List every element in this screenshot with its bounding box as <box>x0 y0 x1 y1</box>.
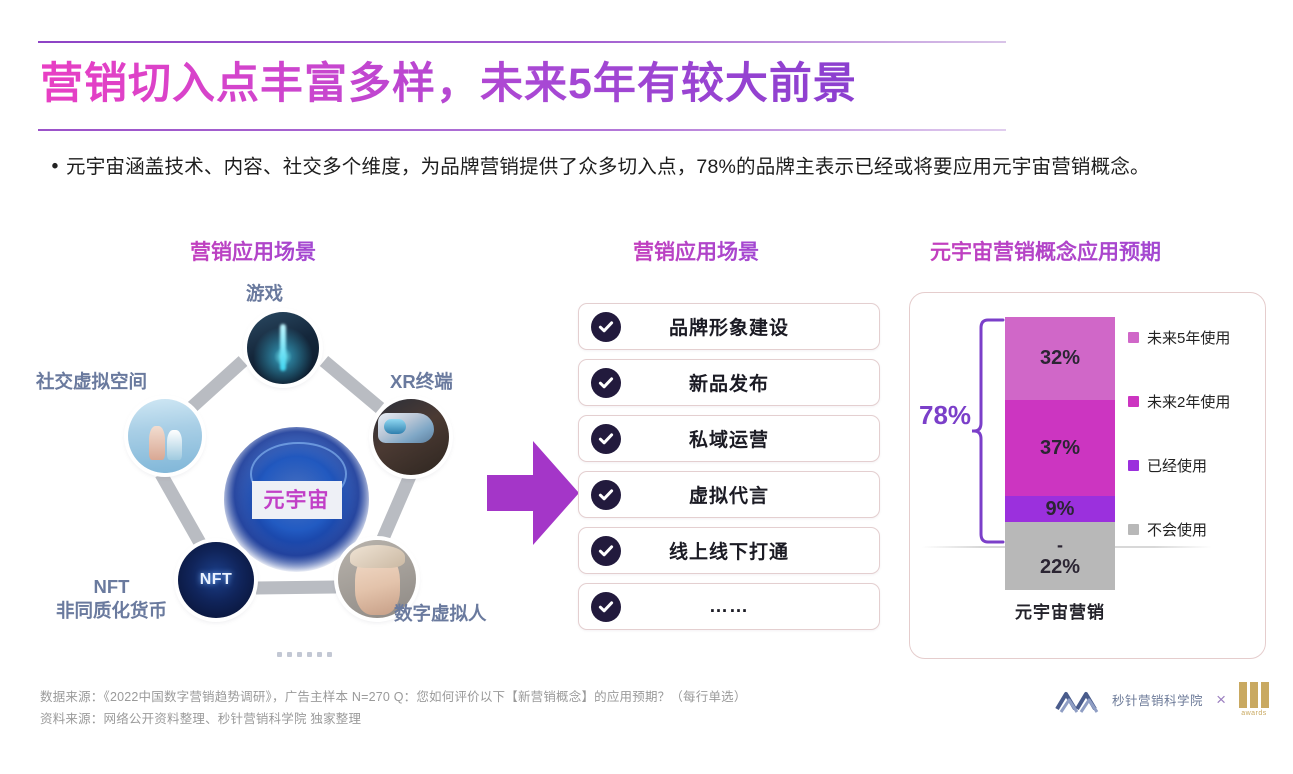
list-item-label: 线上线下打通 <box>668 542 789 563</box>
footer-sources: 数据来源：《2022中国数字营销趋势调研》，广告主样本 N=270 Q：您如何评… <box>40 686 940 730</box>
stacked-bar-chart: 78% 32% 37% 9% - 22% 元宇宙营销 未来5年使用 未来2年使用… <box>910 293 1265 658</box>
pentagon-label-nft-line2: 非同质化货币 <box>56 600 168 621</box>
list-item-label: 新品发布 <box>688 374 769 395</box>
pentagon-node-social-space[interactable] <box>128 399 202 473</box>
xr-headset-node-icon <box>373 399 449 475</box>
bar-segment-label: 9% <box>1045 497 1075 520</box>
check-circle-icon <box>591 311 621 342</box>
list-item[interactable]: 线上线下打通 <box>578 527 880 574</box>
pentagon-label-game: 游戏 <box>246 283 284 304</box>
legend-item[interactable]: 不会使用 <box>1128 515 1260 543</box>
check-circle-icon <box>591 423 621 454</box>
slide-root: 营销切入点丰富多样，未来5年有较大前景 • 元宇宙涵盖技术、内容、社交多个维度，… <box>0 0 1293 774</box>
check-circle-icon <box>591 535 621 566</box>
list-item-label: 私域运营 <box>688 430 769 451</box>
pentagon-node-game[interactable] <box>247 312 319 384</box>
eci-sublabel: awards <box>1241 710 1267 717</box>
application-scenario-list: 品牌形象建设 新品发布 私域运营 虚拟代言 线上线下打通 …… <box>578 303 880 639</box>
bar-segment-label: 22% <box>1039 556 1081 578</box>
legend-label: 未来2年使用 <box>1147 393 1231 411</box>
pentagon-label-digital-human: 数字虚拟人 <box>394 603 487 624</box>
bar-segment-already-used[interactable]: 9% <box>1005 496 1115 522</box>
pentagon-label-nft: NFT 非同质化货币 <box>56 575 167 623</box>
bar-stack: 32% 37% 9% - 22% <box>1005 317 1115 590</box>
check-circle-icon <box>591 479 621 510</box>
miaozhen-chevron-logo-icon <box>1055 691 1099 713</box>
check-circle-icon <box>591 367 621 398</box>
legend-label: 未来5年使用 <box>1147 329 1231 347</box>
bar-segment-label: 37% <box>1039 436 1081 459</box>
pentagon-ellipsis-dots <box>277 652 332 657</box>
legend-swatch-icon <box>1128 523 1139 535</box>
social-space-node-icon <box>128 399 202 473</box>
bullet-paragraph: • 元宇宙涵盖技术、内容、社交多个维度，为品牌营销提供了众多切入点，78%的品牌… <box>44 152 1254 183</box>
bullet-text: 元宇宙涵盖技术、内容、社交多个维度，为品牌营销提供了众多切入点，78%的品牌主表… <box>66 156 1150 178</box>
nft-node-icon <box>178 542 254 618</box>
eci-bars-icon <box>1239 682 1269 708</box>
legend-swatch-icon <box>1128 331 1139 343</box>
section-heading-middle: 营销应用场景 <box>633 236 759 266</box>
brand-lockup: 秒针营销科学院 × awards <box>1055 682 1269 717</box>
section-heading-left: 营销应用场景 <box>190 236 316 266</box>
brand-name: 秒针营销科学院 <box>1112 694 1204 708</box>
page-title: 营销切入点丰富多样，未来5年有较大前景 <box>40 54 857 114</box>
legend-swatch-icon <box>1128 395 1139 407</box>
legend-label: 不会使用 <box>1147 521 1208 539</box>
check-circle-icon <box>591 591 621 622</box>
legend-label: 已经使用 <box>1147 457 1208 475</box>
list-item[interactable]: …… <box>578 583 880 630</box>
footer-line-material-source: 资料来源：网络公开资料整理、秒针营销科学院 独家整理 <box>40 712 362 726</box>
bar-segment-label: 32% <box>1039 347 1081 369</box>
chart-legend: 未来5年使用 未来2年使用 已经使用 不会使用 <box>1128 323 1260 543</box>
bar-segment-future2y[interactable]: 37% <box>1005 400 1115 496</box>
legend-item[interactable]: 未来2年使用 <box>1128 387 1260 415</box>
bar-segment-future5y[interactable]: 32% <box>1005 317 1115 400</box>
list-item-label: 品牌形象建设 <box>668 318 789 339</box>
pentagon-diagram: 元宇宙 游戏 社交虚拟空间 XR终端 NFT 非同质化货币 数字虚拟人 <box>28 282 508 672</box>
list-item[interactable]: 私域运营 <box>578 415 880 462</box>
legend-item[interactable]: 已经使用 <box>1128 451 1260 479</box>
bar-segment-dash: - <box>1057 535 1063 555</box>
pentagon-node-nft[interactable] <box>178 542 254 618</box>
eci-logo: awards <box>1239 682 1269 717</box>
bracket-icon <box>972 318 1005 544</box>
game-node-icon <box>247 312 319 384</box>
section-heading-right: 元宇宙营销概念应用预期 <box>930 236 1161 266</box>
list-item-label: …… <box>709 595 749 617</box>
pentagon-label-nft-line1: NFT <box>93 576 130 597</box>
list-item-label: 虚拟代言 <box>688 486 769 507</box>
list-item[interactable]: 新品发布 <box>578 359 880 406</box>
pentagon-label-xr: XR终端 <box>390 371 453 392</box>
pentagon-node-xr[interactable] <box>373 399 449 475</box>
footer-line-data-source: 数据来源：《2022中国数字营销趋势调研》，广告主样本 N=270 Q：您如何评… <box>40 690 747 704</box>
right-arrow-icon <box>487 441 579 545</box>
pentagon-label-social-space: 社交虚拟空间 <box>36 371 148 392</box>
pentagon-center-label: 元宇宙 <box>251 480 342 519</box>
legend-swatch-icon <box>1128 459 1139 471</box>
bracket-total-label: 78% <box>919 400 972 430</box>
list-item[interactable]: 品牌形象建设 <box>578 303 880 350</box>
expectation-chart-panel: 78% 32% 37% 9% - 22% 元宇宙营销 未来5年使用 未来2年使用… <box>909 292 1266 659</box>
bullet-marker: • <box>51 156 59 177</box>
header-rule-top <box>38 41 1006 43</box>
bar-category-label: 元宇宙营销 <box>1015 603 1105 622</box>
list-item[interactable]: 虚拟代言 <box>578 471 880 518</box>
brand-separator-icon: × <box>1216 689 1226 709</box>
header-rule-bottom <box>38 129 1006 131</box>
legend-item[interactable]: 未来5年使用 <box>1128 323 1260 351</box>
bar-segment-will-not-use[interactable]: - 22% <box>1005 522 1115 590</box>
flow-arrow <box>487 437 579 554</box>
